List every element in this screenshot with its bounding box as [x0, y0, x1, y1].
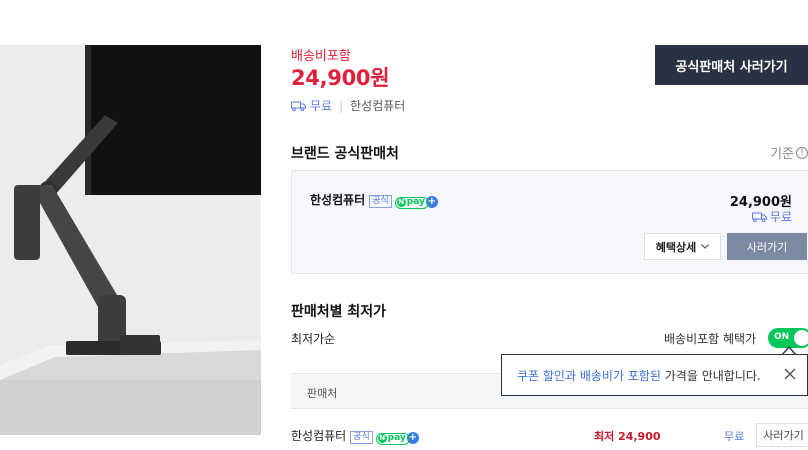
product-price: 24,900원: [291, 66, 390, 90]
info-icon: !: [796, 146, 808, 159]
tooltip-highlight: 쿠폰 할인과 배송비가 포함된: [517, 368, 661, 383]
tooltip-text: 가격을 안내합니다.: [664, 368, 761, 383]
official-seller-card: 한성컴퓨터 공식 Npay + 24,900원 무료 혜택상세 사러가기: [291, 170, 808, 274]
lowest-section-title: 판매처별 최저가: [291, 304, 387, 320]
benefit-detail-label: 혜택상세: [655, 240, 697, 254]
official-buy-small-button[interactable]: 사러가기: [727, 233, 807, 260]
shipping-free-text: 무료: [310, 99, 333, 113]
toggle-knob: [794, 330, 808, 346]
row-seller-name[interactable]: 한성컴퓨터: [291, 429, 346, 443]
toggle-state: ON: [774, 332, 790, 342]
shipping-tooltip: 쿠폰 할인과 배송비가 포함된 가격을 안내합니다.: [501, 354, 808, 396]
official-buy-button[interactable]: 공식판매처 사러가기: [655, 45, 808, 85]
sort-lowest-price[interactable]: 최저가순: [291, 330, 335, 347]
row-shipping: 무료: [724, 430, 745, 443]
row-seller-group: 한성컴퓨터 공식 Npay +: [291, 427, 419, 445]
npay-icon: Npay: [375, 433, 410, 445]
shipping-benefit-label: 배송비포함 혜택가: [664, 332, 757, 346]
criteria-link[interactable]: 기준 !: [770, 143, 808, 162]
chevron-down-icon: [701, 244, 710, 249]
brand-section-title: 브랜드 공식판매처: [291, 146, 399, 162]
row-buy-button[interactable]: 사러가기: [756, 423, 808, 447]
truck-icon: [751, 212, 767, 222]
row-price: 최저 24,900: [594, 430, 661, 443]
official-badge: 공식: [369, 195, 392, 208]
table-row: 한성컴퓨터 공식 Npay + 최저 24,900 무료 사러가기: [291, 423, 808, 447]
seller-name: 한성컴퓨터: [350, 99, 406, 113]
official-shipping: 무료: [751, 208, 792, 225]
official-seller-name: 한성컴퓨터: [310, 193, 366, 207]
official-shipping-text: 무료: [769, 210, 792, 224]
shipping-benefit-toggle[interactable]: ON: [768, 328, 808, 348]
shipping-info: 무료 | 한성컴퓨터: [291, 97, 405, 114]
close-icon[interactable]: [783, 367, 797, 381]
npay-icon: Npay: [394, 197, 429, 209]
product-image: [0, 45, 261, 435]
benefit-detail-button[interactable]: 혜택상세: [644, 233, 721, 260]
official-seller-name-group: 한성컴퓨터 공식 Npay +: [310, 191, 438, 209]
divider: |: [339, 98, 344, 113]
criteria-label: 기준: [770, 147, 794, 162]
truck-icon: [291, 101, 306, 111]
official-badge: 공식: [350, 431, 373, 444]
seller-column-header: 판매처: [307, 387, 338, 400]
